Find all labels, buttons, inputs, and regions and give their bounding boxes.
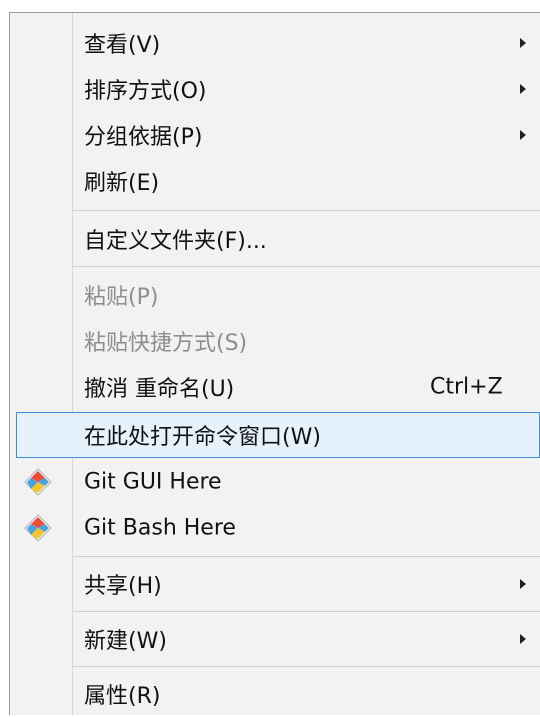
context-menu: 查看(V) 排序方式(O) 分组依据(P) 刷新(E) 自定义文件夹(F)...… — [9, 12, 540, 715]
menu-item-label: 查看(V) — [84, 33, 161, 58]
menu-item-label: 新建(W) — [84, 629, 167, 654]
menu-item-git-bash-here[interactable]: Git Bash Here — [10, 505, 540, 551]
menu-item-label: 排序方式(O) — [84, 79, 207, 104]
menu-item-customize-folder[interactable]: 自定义文件夹(F)... — [10, 216, 540, 262]
menu-item-paste-shortcut: 粘贴快捷方式(S) — [10, 318, 540, 364]
menu-item-new[interactable]: 新建(W) — [10, 616, 540, 662]
menu-separator — [73, 556, 540, 557]
menu-item-sort-by[interactable]: 排序方式(O) — [10, 66, 540, 112]
shortcut-text: Ctrl+Z — [430, 374, 503, 400]
menu-item-undo-rename[interactable]: 撤消 重命名(U) Ctrl+Z — [10, 364, 540, 410]
menu-item-label: 属性(R) — [84, 684, 161, 709]
menu-item-view[interactable]: 查看(V) — [10, 20, 540, 66]
menu-item-label: 刷新(E) — [84, 171, 160, 196]
menu-item-label: 自定义文件夹(F)... — [84, 229, 267, 254]
submenu-arrow-icon — [520, 38, 526, 48]
submenu-arrow-icon — [520, 130, 526, 140]
menu-item-label: 共享(H) — [84, 574, 162, 599]
menu-item-group-by[interactable]: 分组依据(P) — [10, 112, 540, 158]
git-icon — [24, 468, 52, 496]
submenu-arrow-icon — [520, 84, 526, 94]
menu-item-refresh[interactable]: 刷新(E) — [10, 158, 540, 204]
menu-separator — [73, 666, 540, 667]
menu-item-label: 粘贴快捷方式(S) — [84, 331, 248, 356]
submenu-arrow-icon — [520, 634, 526, 644]
menu-separator — [73, 210, 540, 211]
menu-item-label: 分组依据(P) — [84, 125, 203, 150]
git-icon — [24, 514, 52, 542]
menu-item-share[interactable]: 共享(H) — [10, 561, 540, 607]
menu-separator — [73, 611, 540, 612]
menu-item-open-command-window[interactable]: 在此处打开命令窗口(W) — [16, 412, 540, 458]
menu-item-label: 在此处打开命令窗口(W) — [84, 425, 321, 450]
menu-item-label: Git GUI Here — [84, 469, 222, 495]
submenu-arrow-icon — [520, 579, 526, 589]
menu-item-label: 粘贴(P) — [84, 285, 159, 310]
menu-item-git-gui-here[interactable]: Git GUI Here — [10, 459, 540, 505]
menu-item-label: 撤消 重命名(U) — [84, 377, 235, 402]
menu-separator — [73, 266, 540, 267]
menu-item-label: Git Bash Here — [84, 515, 236, 541]
menu-item-paste: 粘贴(P) — [10, 272, 540, 318]
menu-item-properties[interactable]: 属性(R) — [10, 671, 540, 717]
